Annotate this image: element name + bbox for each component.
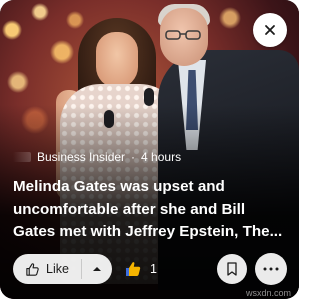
thumbs-up-outline-icon xyxy=(26,262,39,276)
like-button[interactable]: Like xyxy=(13,254,81,284)
source-time: 4 hours xyxy=(141,150,182,164)
chevron-up-icon xyxy=(92,267,101,271)
source-separator: · xyxy=(131,150,136,164)
thumbs-up-emoji-icon xyxy=(125,262,141,276)
news-card[interactable]: Business Insider · 4 hours Melinda Gates… xyxy=(0,0,299,299)
reaction-summary[interactable]: 1 xyxy=(124,260,157,278)
reaction-count: 1 xyxy=(149,262,157,276)
source-name[interactable]: Business Insider xyxy=(37,150,125,164)
bookmark-icon xyxy=(227,262,237,276)
source-logo xyxy=(13,152,31,162)
watermark: wsxdn.com xyxy=(245,288,291,298)
like-pill: Like xyxy=(13,254,112,284)
source-row: Business Insider · 4 hours xyxy=(13,150,181,164)
more-options-button[interactable] xyxy=(255,253,287,285)
more-dots-icon xyxy=(263,267,279,271)
close-button[interactable] xyxy=(253,13,287,47)
save-button[interactable] xyxy=(217,254,247,284)
like-label: Like xyxy=(46,262,69,276)
close-icon xyxy=(265,25,275,35)
reactions-expand-button[interactable] xyxy=(82,254,112,284)
headline[interactable]: Melinda Gates was upset and uncomfortabl… xyxy=(13,176,289,244)
action-bar: Like 1 xyxy=(13,253,287,285)
